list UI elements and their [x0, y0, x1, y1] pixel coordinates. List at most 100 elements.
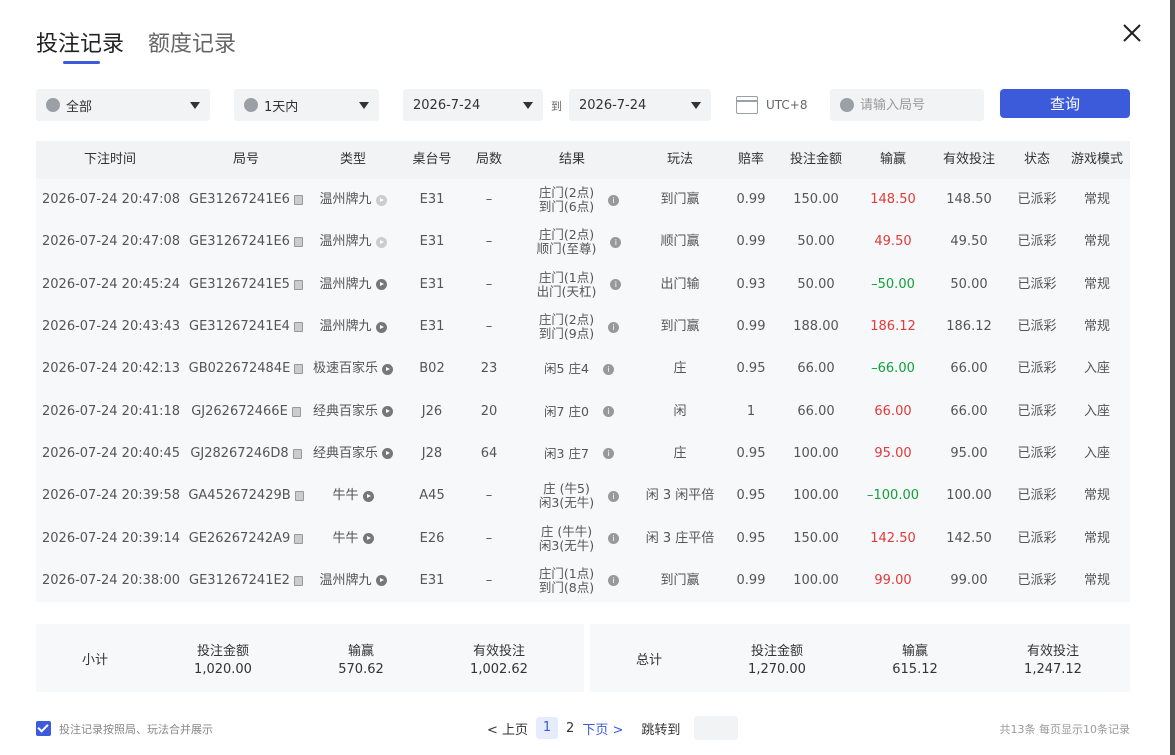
play-icon[interactable]: [375, 279, 387, 291]
round-id-cell: GJ28267246D8: [184, 446, 308, 461]
subtotal-win-label: 输赢: [347, 643, 374, 659]
col-header: 局号: [232, 152, 259, 167]
play-icon[interactable]: [375, 575, 387, 587]
bet-time: 2026-07-24 20:39:58: [42, 488, 181, 504]
date-to-select[interactable]: 2026-7-24: [569, 89, 711, 121]
col-header: 玩法: [666, 152, 693, 167]
copy-icon[interactable]: [294, 364, 304, 375]
total-valid: 有效投注 1,247.12: [984, 640, 1122, 677]
info-icon[interactable]: i: [602, 448, 614, 460]
calendar-icon: [736, 96, 758, 114]
copy-icon[interactable]: [294, 491, 304, 502]
play-icon[interactable]: [375, 236, 387, 248]
game-type-cell: 牛牛: [308, 530, 398, 546]
prev-page-button[interactable]: < 上页: [487, 719, 528, 738]
info-icon[interactable]: i: [608, 321, 620, 333]
date-from-select[interactable]: 2026-7-24: [403, 89, 543, 121]
result-cell: 闲3 庄7 i: [512, 445, 632, 461]
round-id: GE31267241E5: [189, 276, 290, 292]
game-type: 温州牌九: [319, 234, 372, 250]
copy-icon[interactable]: [293, 279, 303, 290]
game-mode: 常规: [1083, 572, 1110, 588]
date-to-value: 2026-7-24: [579, 97, 647, 113]
round-id-input[interactable]: [860, 97, 970, 113]
col-header: 赔率: [737, 152, 764, 167]
result-line-1: 庄 (牛5): [543, 481, 590, 497]
bet-play: 出门输: [660, 276, 700, 292]
merge-checkbox[interactable]: [36, 721, 51, 736]
period-select[interactable]: 1天内: [234, 89, 379, 121]
bet-time: 2026-07-24 20:39:14: [42, 530, 181, 546]
valid-bet: 95.00: [950, 445, 988, 461]
footer-bar: 投注记录按照局、玩法合并展示 < 上页 1 2 下页 > 跳转到 共13条 每页…: [36, 716, 1130, 740]
info-icon[interactable]: i: [608, 575, 620, 587]
copy-icon[interactable]: [291, 406, 301, 417]
table-header: 下注时间 局号 类型 桌台号 局数 结果 玩法 赔率 投注金额 输赢 有效投注 …: [36, 141, 1130, 179]
bet-play: 庄: [673, 445, 687, 461]
info-icon[interactable]: i: [608, 490, 620, 502]
play-icon[interactable]: [382, 448, 393, 460]
subtotal-valid-value: 1,002.62: [470, 661, 528, 677]
copy-icon[interactable]: [292, 448, 302, 459]
game-type-cell: 经典百家乐: [308, 445, 398, 461]
subtotal-bet-value: 1,020.00: [194, 661, 252, 677]
game-select[interactable]: 全部: [36, 89, 210, 121]
timezone-indicator[interactable]: UTC+8: [736, 89, 807, 121]
play-icon[interactable]: [382, 406, 393, 418]
page-1-button[interactable]: 1: [536, 717, 559, 739]
tab-credit-records[interactable]: 额度记录: [148, 30, 236, 60]
merge-checkbox-label: 投注记录按照局、玩法合并展示: [59, 723, 213, 736]
caret-down-icon: [691, 101, 701, 109]
play-icon[interactable]: [362, 490, 374, 502]
game-type-cell: 温州牌九: [308, 320, 398, 334]
next-page-button[interactable]: 下页 >: [582, 719, 623, 738]
close-icon[interactable]: [1119, 20, 1145, 46]
table-row: 2026-07-24 20:38:00 GE31267241E2 温州牌九 E31 – 庄…: [36, 560, 1130, 602]
table-number: E26: [419, 530, 445, 546]
info-icon[interactable]: i: [602, 363, 614, 375]
info-icon[interactable]: i: [608, 194, 620, 206]
jump-to-input[interactable]: [694, 716, 739, 740]
win-loss: 148.50: [870, 192, 916, 208]
col-header: 投注金额: [789, 152, 842, 167]
round-id-cell: GE31267241E6: [184, 235, 308, 249]
bet-time: 2026-07-24 20:47:08: [42, 234, 181, 250]
table-row: 2026-07-24 20:43:43 GE31267241E4 温州牌九 E31 – 庄…: [36, 306, 1130, 348]
result-cell: 庄门(1点) 出门(天杠) i: [512, 270, 632, 299]
copy-icon[interactable]: [293, 237, 303, 248]
info-icon[interactable]: i: [608, 533, 620, 545]
win-loss: 66.00: [874, 403, 912, 419]
copy-icon[interactable]: [293, 575, 303, 586]
info-icon[interactable]: i: [602, 406, 614, 418]
play-icon[interactable]: [375, 194, 387, 206]
table-row: 2026-07-24 20:40:45 GJ28267246D8 经典百家乐 J28 6…: [36, 433, 1130, 475]
play-icon[interactable]: [375, 321, 387, 333]
game-type: 经典百家乐: [312, 445, 378, 461]
round-id-cell: GE26267242A9: [184, 531, 308, 546]
page-2-button[interactable]: 2: [566, 721, 574, 736]
copy-icon[interactable]: [293, 195, 303, 206]
total-valid-value: 1,247.12: [1024, 661, 1082, 677]
query-button[interactable]: 查询: [1000, 89, 1130, 118]
play-icon[interactable]: [382, 363, 393, 375]
round-number: –: [485, 319, 493, 335]
table-row: 2026-07-24 20:39:14 GE26267242A9 牛牛 E26 – 庄 (…: [36, 517, 1130, 559]
info-icon[interactable]: i: [610, 236, 622, 248]
odds: 0.95: [736, 361, 766, 377]
result-line-1: 闲3 庄7: [544, 445, 589, 461]
tab-bet-records[interactable]: 投注记录: [36, 30, 124, 60]
play-icon[interactable]: [362, 533, 374, 545]
game-type: 极速百家乐: [312, 361, 378, 377]
table-number: E31: [419, 276, 445, 292]
status-badge: 已派彩: [1017, 488, 1057, 504]
table-number: A45: [419, 488, 445, 504]
bet-amount: 66.00: [797, 361, 835, 377]
game-type: 牛牛: [332, 530, 359, 546]
copy-icon[interactable]: [293, 322, 303, 333]
info-icon[interactable]: i: [610, 279, 622, 291]
game-type-cell: 极速百家乐: [308, 362, 398, 376]
copy-icon[interactable]: [294, 533, 304, 544]
round-number: 20: [480, 403, 498, 419]
total-win: 输赢 615.12: [846, 640, 984, 677]
game-type-cell: 牛牛: [308, 489, 398, 503]
